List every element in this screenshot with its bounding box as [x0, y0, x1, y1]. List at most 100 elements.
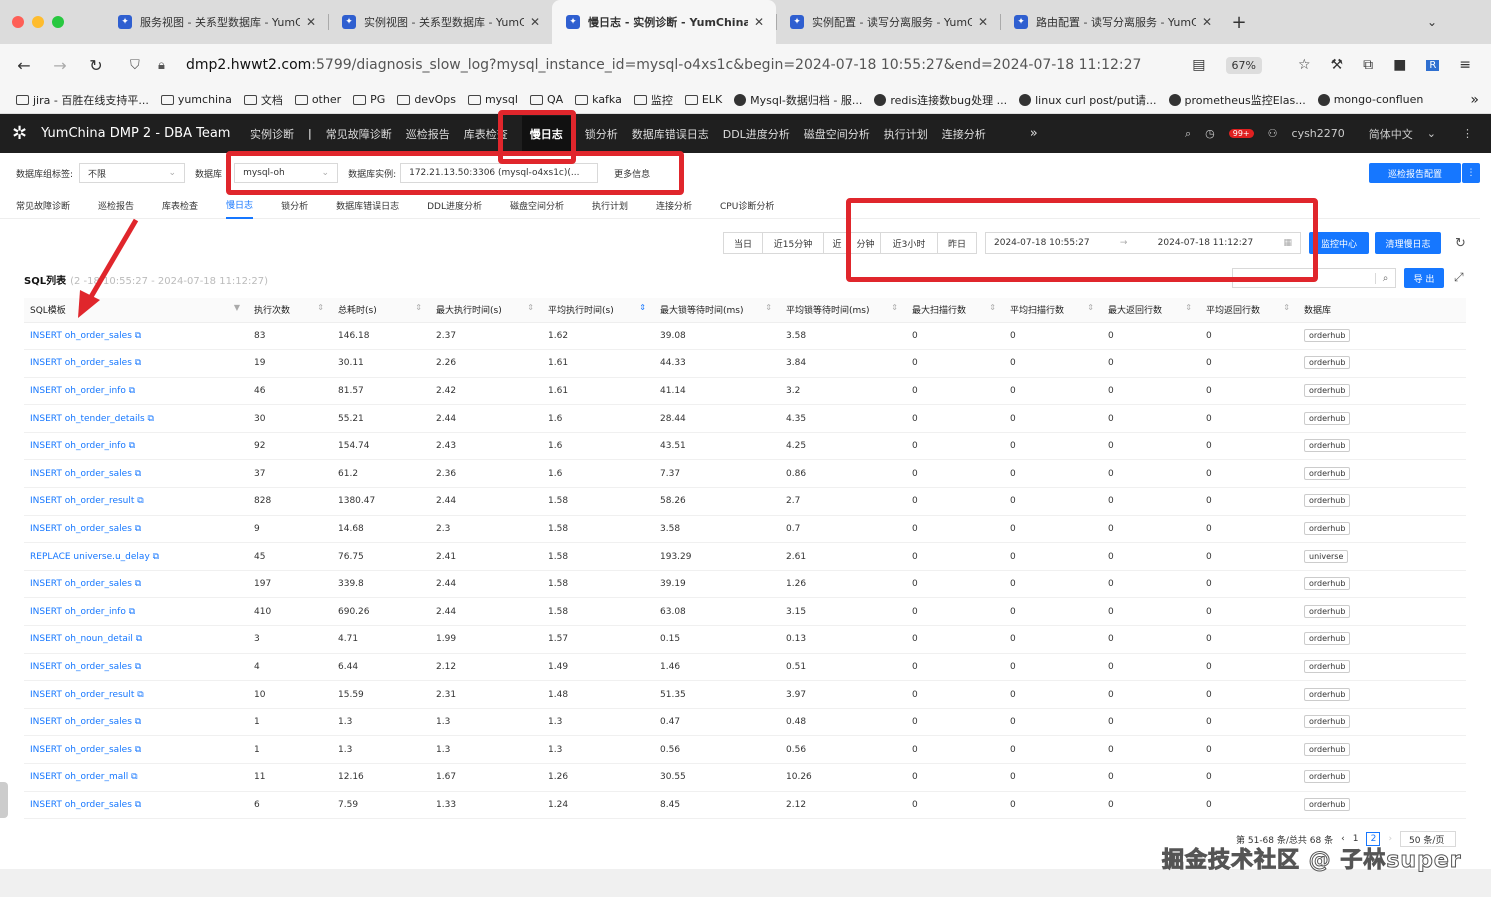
sql-template-link[interactable]: INSERT oh_noun_detail ⧉ — [24, 625, 248, 654]
sql-template-link[interactable]: INSERT oh_order_mall ⧉ — [24, 763, 248, 792]
sql-template-link[interactable]: INSERT oh_order_sales ⧉ — [24, 459, 248, 489]
bookmark-item[interactable]: yumchina — [160, 93, 232, 106]
sort-icon[interactable]: ⇕ — [639, 303, 646, 316]
sql-template-link[interactable]: INSERT oh_order_sales ⧉ — [24, 322, 248, 351]
copy-icon[interactable]: ⧉ — [132, 745, 141, 755]
clock-icon[interactable]: ◷ — [1205, 127, 1215, 140]
notification-badge[interactable]: 99+ — [1228, 129, 1254, 138]
tab-ddl[interactable]: DDL进度分析 — [427, 193, 482, 219]
sql-template-link[interactable]: INSERT oh_order_info ⧉ — [24, 597, 248, 627]
bookmark-item[interactable]: kafka — [575, 93, 622, 106]
nav-item-connection[interactable]: 连接分析 — [942, 126, 986, 142]
close-icon[interactable]: ✕ — [530, 15, 540, 29]
tab-table-check[interactable]: 库表检查 — [162, 193, 198, 219]
search-icon[interactable]: ⌕ — [1375, 272, 1395, 284]
export-button[interactable]: 导 出 — [1404, 268, 1444, 288]
tab-explain[interactable]: 执行计划 — [592, 193, 628, 219]
sort-icon[interactable]: ⇕ — [891, 303, 898, 316]
bookmark-item[interactable]: mysql — [467, 93, 518, 106]
language-select[interactable]: 简体中文 — [1369, 126, 1413, 142]
close-icon[interactable]: ✕ — [754, 15, 764, 29]
copy-icon[interactable]: ⧉ — [132, 469, 141, 479]
col-avg-lock[interactable]: 平均锁等待时间(ms) ⇕ — [780, 298, 906, 323]
menu-icon[interactable]: ≡ — [1459, 57, 1471, 73]
sql-template-link[interactable]: INSERT oh_order_sales ⧉ — [24, 708, 248, 737]
col-avg-scan[interactable]: 平均扫描行数 ⇕ — [1004, 298, 1102, 323]
wrench-icon[interactable]: ⚒ — [1331, 57, 1344, 73]
sort-icon[interactable]: ⇕ — [1185, 303, 1192, 316]
back-icon[interactable]: ← — [6, 56, 42, 75]
close-window-button[interactable] — [12, 16, 24, 28]
new-tab-button[interactable]: + — [1224, 12, 1254, 33]
bookmark-item[interactable]: PG — [353, 93, 385, 106]
bookmark-item[interactable]: redis连接数bug处理 ... — [874, 92, 1007, 108]
col-max-exec[interactable]: 最大执行时间(s) ⇕ — [430, 298, 542, 323]
sort-icon[interactable]: ⇕ — [1087, 303, 1094, 316]
tab-inspection[interactable]: 巡检报告 — [98, 193, 134, 219]
bookmark-item[interactable]: prometheus监控Elas... — [1168, 92, 1306, 108]
tab-connection[interactable]: 连接分析 — [656, 193, 692, 219]
copy-icon[interactable]: ⧉ — [132, 662, 141, 672]
copy-icon[interactable]: ⧉ — [132, 579, 141, 589]
tab-lock[interactable]: 锁分析 — [281, 193, 308, 219]
col-avg-return[interactable]: 平均返回行数 ⇕ — [1200, 298, 1298, 323]
sort-icon[interactable]: ⇕ — [317, 303, 324, 316]
browser-tab-0[interactable]: ✦ 服务视图 - 关系型数据库 - YumC ✕ — [104, 0, 328, 44]
more-icon[interactable]: ⋮ — [1462, 127, 1473, 140]
chevron-right-icon[interactable]: » — [1030, 126, 1038, 141]
copy-icon[interactable]: ⧉ — [133, 634, 142, 644]
copy-icon[interactable]: ⧉ — [132, 331, 141, 341]
clear-slow-log-button[interactable]: 清理慢日志 — [1375, 232, 1441, 254]
group-select[interactable]: 不限 ⌄ — [79, 163, 186, 183]
sort-icon[interactable]: ⇕ — [527, 303, 534, 316]
bookmark-item[interactable]: jira - 百胜在线支持平... — [16, 92, 149, 108]
browser-tab-3[interactable]: ✦ 实例配置 - 读写分离服务 - YumC ✕ — [776, 0, 1000, 44]
forward-icon[interactable]: → — [42, 56, 78, 75]
copy-icon[interactable]: ⧉ — [126, 607, 135, 617]
nav-item-ddl[interactable]: DDL进度分析 — [723, 126, 790, 142]
sort-icon[interactable]: ⇕ — [415, 303, 422, 316]
bookmark-item[interactable]: 监控 — [633, 92, 673, 108]
nav-item-lock[interactable]: 锁分析 — [585, 126, 618, 142]
profile-icon[interactable]: R — [1426, 59, 1440, 71]
search-icon[interactable]: ⌕ — [1185, 127, 1191, 141]
nav-item-common-fault[interactable]: 常见故障诊断 — [326, 126, 392, 142]
quick-15min-button[interactable]: 近15分钟 — [762, 232, 824, 254]
chevron-right-icon[interactable]: » — [1470, 92, 1479, 108]
user-name[interactable]: cysh2270 — [1292, 127, 1345, 140]
browser-tab-2[interactable]: ✦ 慢日志 - 实例诊断 - YumChina D ✕ — [552, 0, 776, 44]
copy-icon[interactable]: ⧉ — [132, 800, 141, 810]
copy-icon[interactable]: ⧉ — [126, 441, 135, 451]
nav-item-error-log[interactable]: 数据库错误日志 — [632, 126, 709, 142]
bookmark-item[interactable]: linux curl post/put请... — [1019, 92, 1157, 108]
browser-tab-4[interactable]: ✦ 路由配置 - 读写分离服务 - YumC ✕ — [1000, 0, 1224, 44]
bookmark-item[interactable]: devOps — [397, 93, 456, 106]
filter-icon[interactable]: ▼ — [234, 303, 240, 316]
tab-disk[interactable]: 磁盘空间分析 — [510, 193, 564, 219]
copy-icon[interactable]: ⧉ — [134, 690, 143, 700]
maximize-window-button[interactable] — [52, 16, 64, 28]
sql-template-link[interactable]: REPLACE universe.u_delay ⧉ — [24, 542, 248, 571]
sql-template-link[interactable]: INSERT oh_order_sales ⧉ — [24, 349, 248, 378]
sort-icon[interactable]: ⇕ — [1283, 303, 1290, 316]
bookmark-item[interactable]: mongo-confluen — [1317, 93, 1423, 106]
sql-template-link[interactable]: INSERT oh_tender_details ⧉ — [24, 404, 248, 433]
tab-common-fault[interactable]: 常见故障诊断 — [16, 193, 70, 219]
sql-template-link[interactable]: INSERT oh_order_result ⧉ — [24, 680, 248, 709]
sql-template-link[interactable]: INSERT oh_order_result ⧉ — [24, 487, 248, 516]
browser-tab-1[interactable]: ✦ 实例视图 - 关系型数据库 - YumC ✕ — [328, 0, 552, 44]
sql-template-link[interactable]: INSERT oh_order_info ⧉ — [24, 377, 248, 406]
copy-icon[interactable]: ⧉ — [145, 414, 154, 424]
sort-icon[interactable]: ⇕ — [765, 303, 772, 316]
chevron-down-icon[interactable]: ⌄ — [1427, 15, 1437, 29]
sql-template-link[interactable]: INSERT oh_order_info ⧉ — [24, 432, 248, 461]
sql-template-link[interactable]: INSERT oh_order_sales ⧉ — [24, 653, 248, 682]
monitor-center-button[interactable]: 监控中心 — [1309, 232, 1369, 254]
col-max-return[interactable]: 最大返回行数 ⇕ — [1102, 298, 1200, 323]
bookmark-item[interactable]: ELK — [684, 93, 722, 106]
sql-template-link[interactable]: INSERT oh_order_sales ⧉ — [24, 791, 248, 820]
extensions-icon[interactable]: ⧉ — [1363, 57, 1373, 73]
zoom-level[interactable]: 67% — [1225, 56, 1262, 74]
sql-template-link[interactable]: INSERT oh_order_sales ⧉ — [24, 735, 248, 764]
close-icon[interactable]: ✕ — [1202, 15, 1212, 29]
